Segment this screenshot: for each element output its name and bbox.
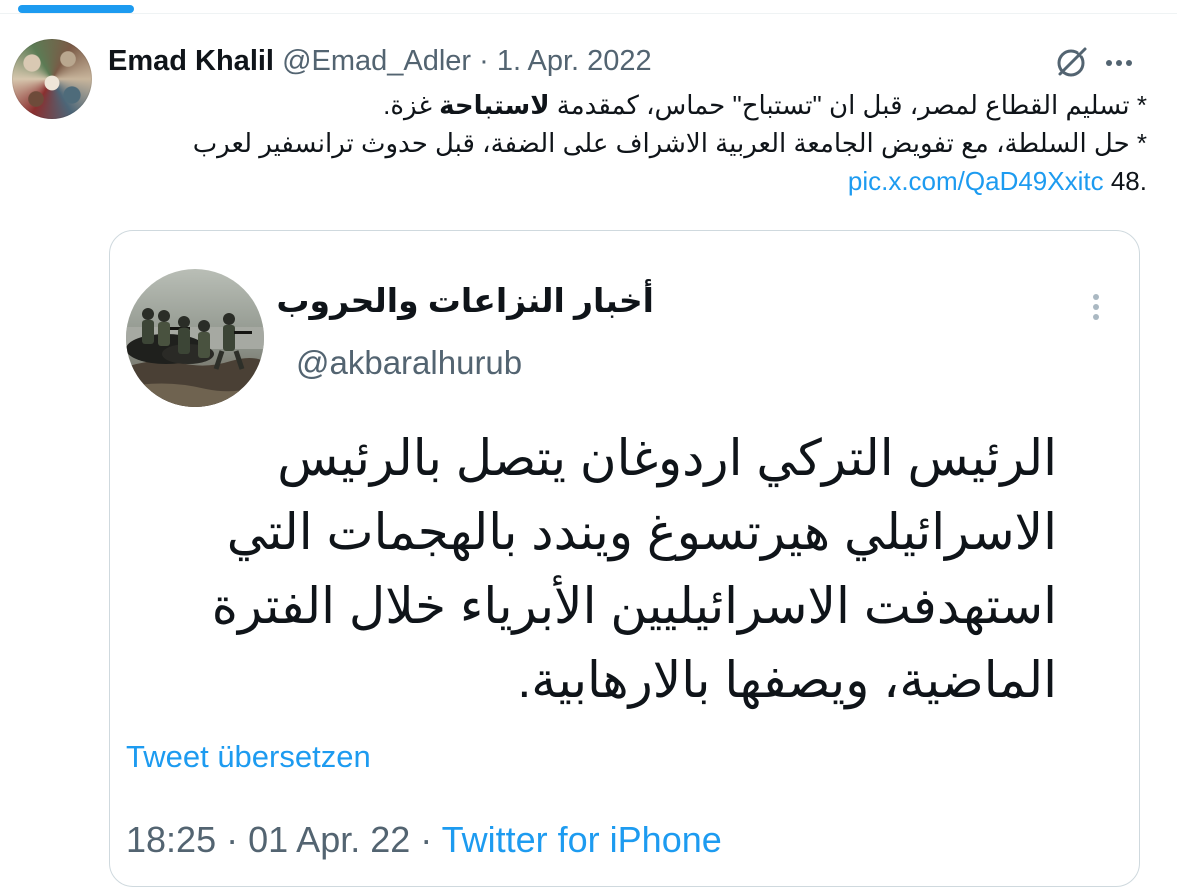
grok-icon[interactable] bbox=[1052, 45, 1090, 81]
quoted-tweet-date[interactable]: 01 Apr. 22 bbox=[248, 819, 410, 860]
tweet-text-line-3-number: 48. bbox=[1110, 166, 1147, 196]
tweet-text-line-2: * حل السلطة، مع تفويض الجامعة العربية ال… bbox=[192, 128, 1147, 158]
top-divider bbox=[0, 13, 1177, 14]
quoted-author-handle[interactable]: @akbaralhurub bbox=[296, 344, 522, 382]
tweet-page: Emad Khalil @Emad_Adler · 1. Apr. 2022 *… bbox=[0, 0, 1177, 893]
tweet-text-bold-word: لاستباحة bbox=[439, 90, 550, 120]
tweet-text: * تسليم القطاع لمصر، قبل ان "تستباح" حما… bbox=[107, 86, 1147, 200]
meta-separator-2: · bbox=[420, 819, 433, 860]
active-tab-indicator bbox=[18, 5, 134, 13]
quoted-more-icon[interactable] bbox=[1081, 289, 1111, 325]
more-options-icon[interactable] bbox=[1100, 45, 1138, 81]
quoted-text-line-2: الاسرائيلي هيرتسوغ ويندد بالهجمات التي bbox=[226, 504, 1057, 560]
tweet-text-line-3: 48. pic.x.com/QaD49Xxitc bbox=[107, 162, 1147, 200]
tweet-text-line-1: * تسليم القطاع لمصر، قبل ان "تستباح" حما… bbox=[107, 86, 1147, 124]
quoted-tweet-text: الرئيس التركي اردوغان يتصل بالرئيس الاسر… bbox=[212, 421, 1057, 717]
quoted-text-line-4: الماضية، ويصفها بالارهابية. bbox=[517, 652, 1057, 708]
quoted-text-line-3: استهدفت الاسرائيليين الأبرياء خلال الفتر… bbox=[211, 578, 1057, 634]
translate-tweet-link[interactable]: Tweet übersetzen bbox=[126, 739, 371, 775]
tweet-date[interactable]: 1. Apr. 2022 bbox=[497, 45, 652, 77]
tweet-source-link[interactable]: Twitter for iPhone bbox=[442, 819, 722, 860]
quoted-tweet-time[interactable]: 18:25 bbox=[126, 819, 216, 860]
quoted-tweet-meta: 18:25 · 01 Apr. 22 · Twitter for iPhone bbox=[126, 819, 722, 861]
quoted-author-avatar[interactable] bbox=[126, 269, 264, 407]
quoted-text-line-1: الرئيس التركي اردوغان يتصل بالرئيس bbox=[277, 430, 1057, 486]
author-avatar[interactable] bbox=[12, 39, 92, 119]
meta-separator-1: · bbox=[226, 819, 239, 860]
author-name[interactable]: Emad Khalil bbox=[108, 45, 274, 77]
tweet-text-line-1-start: * تسليم القطاع لمصر، قبل ان "تستباح" حما… bbox=[549, 90, 1147, 120]
quoted-tweet-card[interactable]: أخبار النزاعات والحروب @akbaralhurub الر… bbox=[109, 230, 1140, 887]
header-separator: · bbox=[479, 45, 489, 77]
pic-link[interactable]: pic.x.com/QaD49Xxitc bbox=[848, 166, 1104, 196]
tweet-text-line-1-end: غزة. bbox=[383, 90, 440, 120]
quoted-author-name[interactable]: أخبار النزاعات والحروب bbox=[276, 281, 654, 320]
tweet-header: Emad Khalil @Emad_Adler · 1. Apr. 2022 bbox=[108, 43, 652, 79]
author-handle[interactable]: @Emad_Adler bbox=[282, 45, 471, 77]
